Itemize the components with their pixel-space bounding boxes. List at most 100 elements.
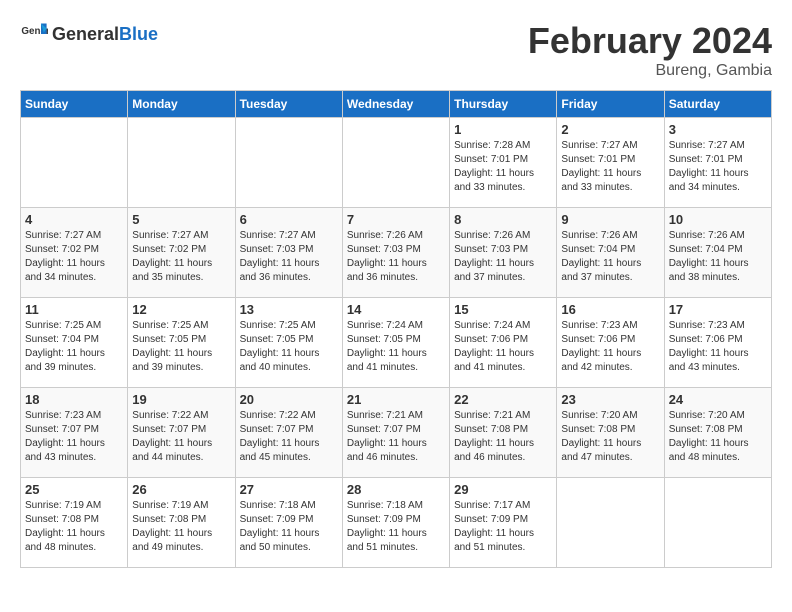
calendar-cell (557, 478, 664, 568)
week-row-3: 18 Sunrise: 7:23 AM Sunset: 7:07 PM Dayli… (21, 388, 772, 478)
calendar-cell: 2 Sunrise: 7:27 AM Sunset: 7:01 PM Daylig… (557, 118, 664, 208)
calendar-cell: 24 Sunrise: 7:20 AM Sunset: 7:08 PM Dayli… (664, 388, 771, 478)
calendar-cell: 12Sunrise: 7:25 AM Sunset: 7:05 PM Dayli… (128, 298, 235, 388)
calendar-cell: 25 Sunrise: 7:19 AM Sunset: 7:08 PM Dayli… (21, 478, 128, 568)
calendar-cell: 13 Sunrise: 7:25 AM Sunset: 7:05 PM Dayli… (235, 298, 342, 388)
day-info: Sunrise: 7:20 AM Sunset: 7:08 PM Dayligh… (669, 409, 767, 465)
calendar-table: SundayMondayTuesdayWednesdayThursdayFrid… (20, 90, 772, 568)
calendar-cell: 23 Sunrise: 7:20 AM Sunset: 7:08 PM Dayli… (557, 388, 664, 478)
logo: General GeneralBlue (20, 20, 158, 48)
day-info: Sunrise: 7:22 AM Sunset: 7:07 PM Dayligh… (132, 409, 230, 465)
day-header-tuesday: Tuesday (235, 91, 342, 118)
day-number: 20 (240, 392, 338, 407)
day-info: Sunrise: 7:25 AM Sunset: 7:05 PM Dayligh… (240, 319, 338, 375)
day-number: 19 (132, 392, 230, 407)
day-number: 2 (561, 122, 659, 137)
day-number: 29 (454, 482, 552, 497)
day-number: 18 (25, 392, 123, 407)
calendar-cell: 5 Sunrise: 7:27 AM Sunset: 7:02 PM Daylig… (128, 208, 235, 298)
day-number: 5 (132, 212, 230, 227)
day-info: Sunrise: 7:27 AM Sunset: 7:02 PM Dayligh… (132, 229, 230, 285)
calendar-cell: 26Sunrise: 7:19 AM Sunset: 7:08 PM Dayli… (128, 478, 235, 568)
day-info: Sunrise: 7:26 AM Sunset: 7:04 PM Dayligh… (561, 229, 659, 285)
calendar-cell: 8 Sunrise: 7:26 AM Sunset: 7:03 PM Daylig… (450, 208, 557, 298)
day-info: Sunrise: 7:26 AM Sunset: 7:03 PM Dayligh… (347, 229, 445, 285)
day-headers-row: SundayMondayTuesdayWednesdayThursdayFrid… (21, 91, 772, 118)
day-header-sunday: Sunday (21, 91, 128, 118)
day-info: Sunrise: 7:17 AM Sunset: 7:09 PM Dayligh… (454, 499, 552, 555)
day-number: 28 (347, 482, 445, 497)
week-row-1: 4 Sunrise: 7:27 AM Sunset: 7:02 PM Daylig… (21, 208, 772, 298)
day-info: Sunrise: 7:26 AM Sunset: 7:03 PM Dayligh… (454, 229, 552, 285)
logo-blue-text: Blue (119, 24, 158, 44)
day-info: Sunrise: 7:21 AM Sunset: 7:08 PM Dayligh… (454, 409, 552, 465)
day-info: Sunrise: 7:24 AM Sunset: 7:05 PM Dayligh… (347, 319, 445, 375)
calendar-cell: 6 Sunrise: 7:27 AM Sunset: 7:03 PM Daylig… (235, 208, 342, 298)
day-number: 4 (25, 212, 123, 227)
day-info: Sunrise: 7:21 AM Sunset: 7:07 PM Dayligh… (347, 409, 445, 465)
calendar-cell: 7 Sunrise: 7:26 AM Sunset: 7:03 PM Daylig… (342, 208, 449, 298)
calendar-cell: 19 Sunrise: 7:22 AM Sunset: 7:07 PM Dayli… (128, 388, 235, 478)
calendar-cell: 1Sunrise: 7:28 AM Sunset: 7:01 PM Daylig… (450, 118, 557, 208)
day-info: Sunrise: 7:18 AM Sunset: 7:09 PM Dayligh… (240, 499, 338, 555)
calendar-cell: 17Sunrise: 7:23 AM Sunset: 7:06 PM Dayli… (664, 298, 771, 388)
day-info: Sunrise: 7:25 AM Sunset: 7:05 PM Dayligh… (132, 319, 230, 375)
day-header-thursday: Thursday (450, 91, 557, 118)
day-number: 10 (669, 212, 767, 227)
day-number: 8 (454, 212, 552, 227)
day-number: 3 (669, 122, 767, 137)
day-number: 7 (347, 212, 445, 227)
day-info: Sunrise: 7:25 AM Sunset: 7:04 PM Dayligh… (25, 319, 123, 375)
day-number: 16 (561, 302, 659, 317)
day-number: 13 (240, 302, 338, 317)
calendar-cell: 20 Sunrise: 7:22 AM Sunset: 7:07 PM Dayli… (235, 388, 342, 478)
logo-general-text: General (52, 24, 119, 44)
calendar-cell: 15Sunrise: 7:24 AM Sunset: 7:06 PM Dayli… (450, 298, 557, 388)
title-block: February 2024 Bureng, Gambia (528, 20, 772, 80)
day-number: 6 (240, 212, 338, 227)
calendar-cell: 16 Sunrise: 7:23 AM Sunset: 7:06 PM Dayli… (557, 298, 664, 388)
day-number: 21 (347, 392, 445, 407)
day-number: 27 (240, 482, 338, 497)
day-info: Sunrise: 7:20 AM Sunset: 7:08 PM Dayligh… (561, 409, 659, 465)
day-info: Sunrise: 7:18 AM Sunset: 7:09 PM Dayligh… (347, 499, 445, 555)
day-number: 25 (25, 482, 123, 497)
calendar-cell (21, 118, 128, 208)
calendar-cell: 9 Sunrise: 7:26 AM Sunset: 7:04 PM Daylig… (557, 208, 664, 298)
week-row-0: 1Sunrise: 7:28 AM Sunset: 7:01 PM Daylig… (21, 118, 772, 208)
calendar-cell (235, 118, 342, 208)
calendar-cell: 21 Sunrise: 7:21 AM Sunset: 7:07 PM Dayli… (342, 388, 449, 478)
day-header-saturday: Saturday (664, 91, 771, 118)
day-number: 22 (454, 392, 552, 407)
calendar-cell: 3Sunrise: 7:27 AM Sunset: 7:01 PM Daylig… (664, 118, 771, 208)
month-year-title: February 2024 (528, 20, 772, 62)
calendar-cell: 22 Sunrise: 7:21 AM Sunset: 7:08 PM Dayli… (450, 388, 557, 478)
day-info: Sunrise: 7:23 AM Sunset: 7:07 PM Dayligh… (25, 409, 123, 465)
day-info: Sunrise: 7:19 AM Sunset: 7:08 PM Dayligh… (132, 499, 230, 555)
day-number: 11 (25, 302, 123, 317)
day-info: Sunrise: 7:27 AM Sunset: 7:03 PM Dayligh… (240, 229, 338, 285)
calendar-cell: 10Sunrise: 7:26 AM Sunset: 7:04 PM Dayli… (664, 208, 771, 298)
day-info: Sunrise: 7:27 AM Sunset: 7:01 PM Dayligh… (561, 139, 659, 195)
day-info: Sunrise: 7:22 AM Sunset: 7:07 PM Dayligh… (240, 409, 338, 465)
calendar-cell (128, 118, 235, 208)
day-number: 9 (561, 212, 659, 227)
location-subtitle: Bureng, Gambia (528, 62, 772, 80)
day-info: Sunrise: 7:24 AM Sunset: 7:06 PM Dayligh… (454, 319, 552, 375)
day-number: 17 (669, 302, 767, 317)
day-number: 14 (347, 302, 445, 317)
day-header-friday: Friday (557, 91, 664, 118)
day-number: 23 (561, 392, 659, 407)
page-header: General GeneralBlue February 2024 Bureng… (20, 20, 772, 80)
calendar-cell: 11 Sunrise: 7:25 AM Sunset: 7:04 PM Dayli… (21, 298, 128, 388)
week-row-2: 11 Sunrise: 7:25 AM Sunset: 7:04 PM Dayli… (21, 298, 772, 388)
day-info: Sunrise: 7:28 AM Sunset: 7:01 PM Dayligh… (454, 139, 552, 195)
calendar-header: SundayMondayTuesdayWednesdayThursdayFrid… (21, 91, 772, 118)
day-number: 24 (669, 392, 767, 407)
day-info: Sunrise: 7:19 AM Sunset: 7:08 PM Dayligh… (25, 499, 123, 555)
day-info: Sunrise: 7:23 AM Sunset: 7:06 PM Dayligh… (561, 319, 659, 375)
day-header-wednesday: Wednesday (342, 91, 449, 118)
logo-icon: General (20, 20, 48, 48)
calendar-cell: 27 Sunrise: 7:18 AM Sunset: 7:09 PM Dayli… (235, 478, 342, 568)
calendar-cell: 4Sunrise: 7:27 AM Sunset: 7:02 PM Daylig… (21, 208, 128, 298)
